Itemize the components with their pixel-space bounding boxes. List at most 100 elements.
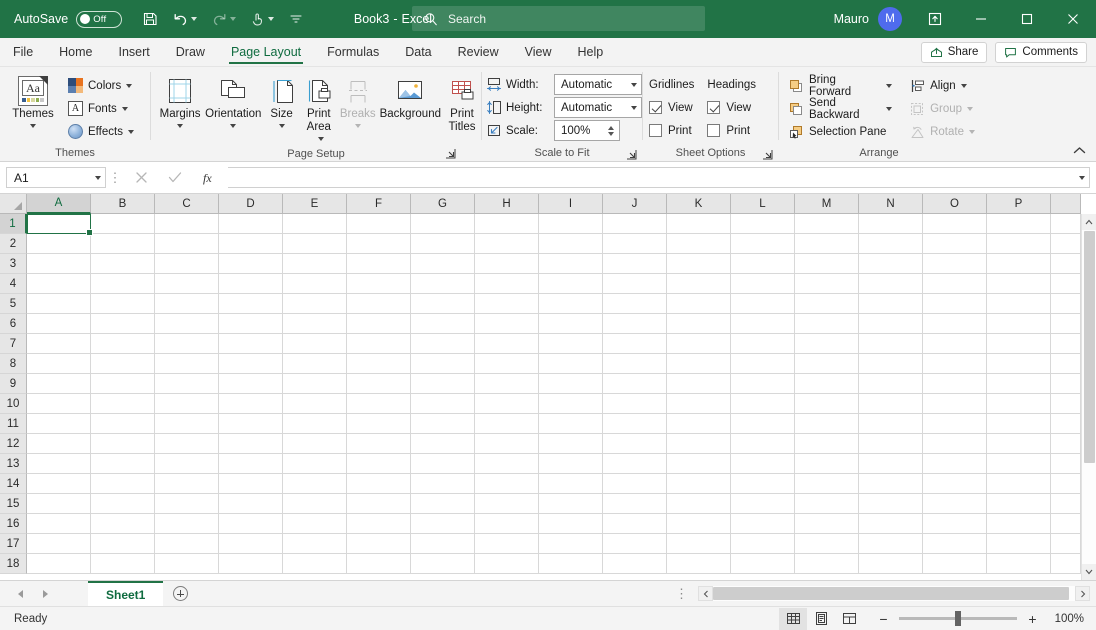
cell-E3[interactable] <box>283 254 347 274</box>
cell-B6[interactable] <box>91 314 155 334</box>
sheet-nav-arrows[interactable] <box>0 581 88 606</box>
cell-F4[interactable] <box>347 274 411 294</box>
cell-I7[interactable] <box>539 334 603 354</box>
cell-O12[interactable] <box>923 434 987 454</box>
cell-E8[interactable] <box>283 354 347 374</box>
cell-N5[interactable] <box>859 294 923 314</box>
cell-O7[interactable] <box>923 334 987 354</box>
select-all-corner[interactable] <box>0 194 27 214</box>
cell-J18[interactable] <box>603 554 667 574</box>
cell-M15[interactable] <box>795 494 859 514</box>
selection-pane-button[interactable]: Selection Pane <box>785 120 896 143</box>
cell-C9[interactable] <box>155 374 219 394</box>
cell-K15[interactable] <box>667 494 731 514</box>
insert-function-icon[interactable]: fx <box>192 166 226 190</box>
cell-G11[interactable] <box>411 414 475 434</box>
cell-I16[interactable] <box>539 514 603 534</box>
cell-L2[interactable] <box>731 234 795 254</box>
page-break-preview-icon[interactable] <box>835 608 863 630</box>
scale-stepper[interactable]: 100% <box>554 120 620 141</box>
cell-K8[interactable] <box>667 354 731 374</box>
cell-J13[interactable] <box>603 454 667 474</box>
cell-P8[interactable] <box>987 354 1051 374</box>
cell-B11[interactable] <box>91 414 155 434</box>
cell-E10[interactable] <box>283 394 347 414</box>
cell-I18[interactable] <box>539 554 603 574</box>
cell-F2[interactable] <box>347 234 411 254</box>
zoom-slider[interactable] <box>899 611 1017 626</box>
cell-O16[interactable] <box>923 514 987 534</box>
cell-F13[interactable] <box>347 454 411 474</box>
chevron-down-icon[interactable] <box>95 176 101 180</box>
cell-G9[interactable] <box>411 374 475 394</box>
share-button[interactable]: Share <box>920 41 988 63</box>
cell-B17[interactable] <box>91 534 155 554</box>
cell-F18[interactable] <box>347 554 411 574</box>
cell-K13[interactable] <box>667 454 731 474</box>
vertical-scroll-thumb[interactable] <box>1083 231 1095 463</box>
cell-K5[interactable] <box>667 294 731 314</box>
cell-N3[interactable] <box>859 254 923 274</box>
cell-K3[interactable] <box>667 254 731 274</box>
headings-view-checkbox[interactable]: View <box>707 96 756 119</box>
cell-I9[interactable] <box>539 374 603 394</box>
column-header-O[interactable]: O <box>923 194 987 214</box>
cell-partial-1[interactable] <box>1051 214 1081 234</box>
row-header-18[interactable]: 18 <box>0 554 27 574</box>
column-header-K[interactable]: K <box>667 194 731 214</box>
cell-G13[interactable] <box>411 454 475 474</box>
horizontal-scroll-thumb[interactable] <box>713 587 1069 600</box>
row-header-3[interactable]: 3 <box>0 254 27 274</box>
horizontal-scroll-track[interactable] <box>713 586 1075 601</box>
row-header-10[interactable]: 10 <box>0 394 27 414</box>
cell-I15[interactable] <box>539 494 603 514</box>
cell-H18[interactable] <box>475 554 539 574</box>
cell-D6[interactable] <box>219 314 283 334</box>
column-header-G[interactable]: G <box>411 194 475 214</box>
cell-O2[interactable] <box>923 234 987 254</box>
cell-C15[interactable] <box>155 494 219 514</box>
cell-M18[interactable] <box>795 554 859 574</box>
cell-partial-2[interactable] <box>1051 234 1081 254</box>
cell-D2[interactable] <box>219 234 283 254</box>
cell-E16[interactable] <box>283 514 347 534</box>
cell-A3[interactable] <box>27 254 91 274</box>
cell-partial-18[interactable] <box>1051 554 1081 574</box>
cell-I1[interactable] <box>539 214 603 234</box>
cell-H14[interactable] <box>475 474 539 494</box>
size-button[interactable]: Size <box>263 71 299 128</box>
collapse-ribbon-icon[interactable] <box>1070 142 1088 158</box>
cell-P18[interactable] <box>987 554 1051 574</box>
fit-width-chevron-down-icon[interactable] <box>631 83 637 87</box>
cell-G15[interactable] <box>411 494 475 514</box>
normal-view-icon[interactable] <box>779 607 807 630</box>
cell-I4[interactable] <box>539 274 603 294</box>
cell-F15[interactable] <box>347 494 411 514</box>
cell-L17[interactable] <box>731 534 795 554</box>
cell-L18[interactable] <box>731 554 795 574</box>
cell-M9[interactable] <box>795 374 859 394</box>
tab-view[interactable]: View <box>512 38 565 66</box>
cell-I11[interactable] <box>539 414 603 434</box>
orientation-chevron-down-icon[interactable] <box>230 124 237 128</box>
cell-L15[interactable] <box>731 494 795 514</box>
cell-E5[interactable] <box>283 294 347 314</box>
tab-home[interactable]: Home <box>46 38 105 66</box>
cell-B1[interactable] <box>91 214 155 234</box>
cell-K14[interactable] <box>667 474 731 494</box>
cell-P9[interactable] <box>987 374 1051 394</box>
tab-page-layout[interactable]: Page Layout <box>218 38 314 66</box>
cell-partial-10[interactable] <box>1051 394 1081 414</box>
cell-partial-8[interactable] <box>1051 354 1081 374</box>
cell-partial-13[interactable] <box>1051 454 1081 474</box>
search-input[interactable]: Search <box>412 6 705 31</box>
cell-C14[interactable] <box>155 474 219 494</box>
cell-O9[interactable] <box>923 374 987 394</box>
margins-button[interactable]: Margins <box>157 71 203 128</box>
cell-N13[interactable] <box>859 454 923 474</box>
scale-to-fit-dialog-launcher[interactable] <box>625 148 638 161</box>
cell-partial-4[interactable] <box>1051 274 1081 294</box>
cell-N12[interactable] <box>859 434 923 454</box>
cell-J2[interactable] <box>603 234 667 254</box>
column-header-I[interactable]: I <box>539 194 603 214</box>
